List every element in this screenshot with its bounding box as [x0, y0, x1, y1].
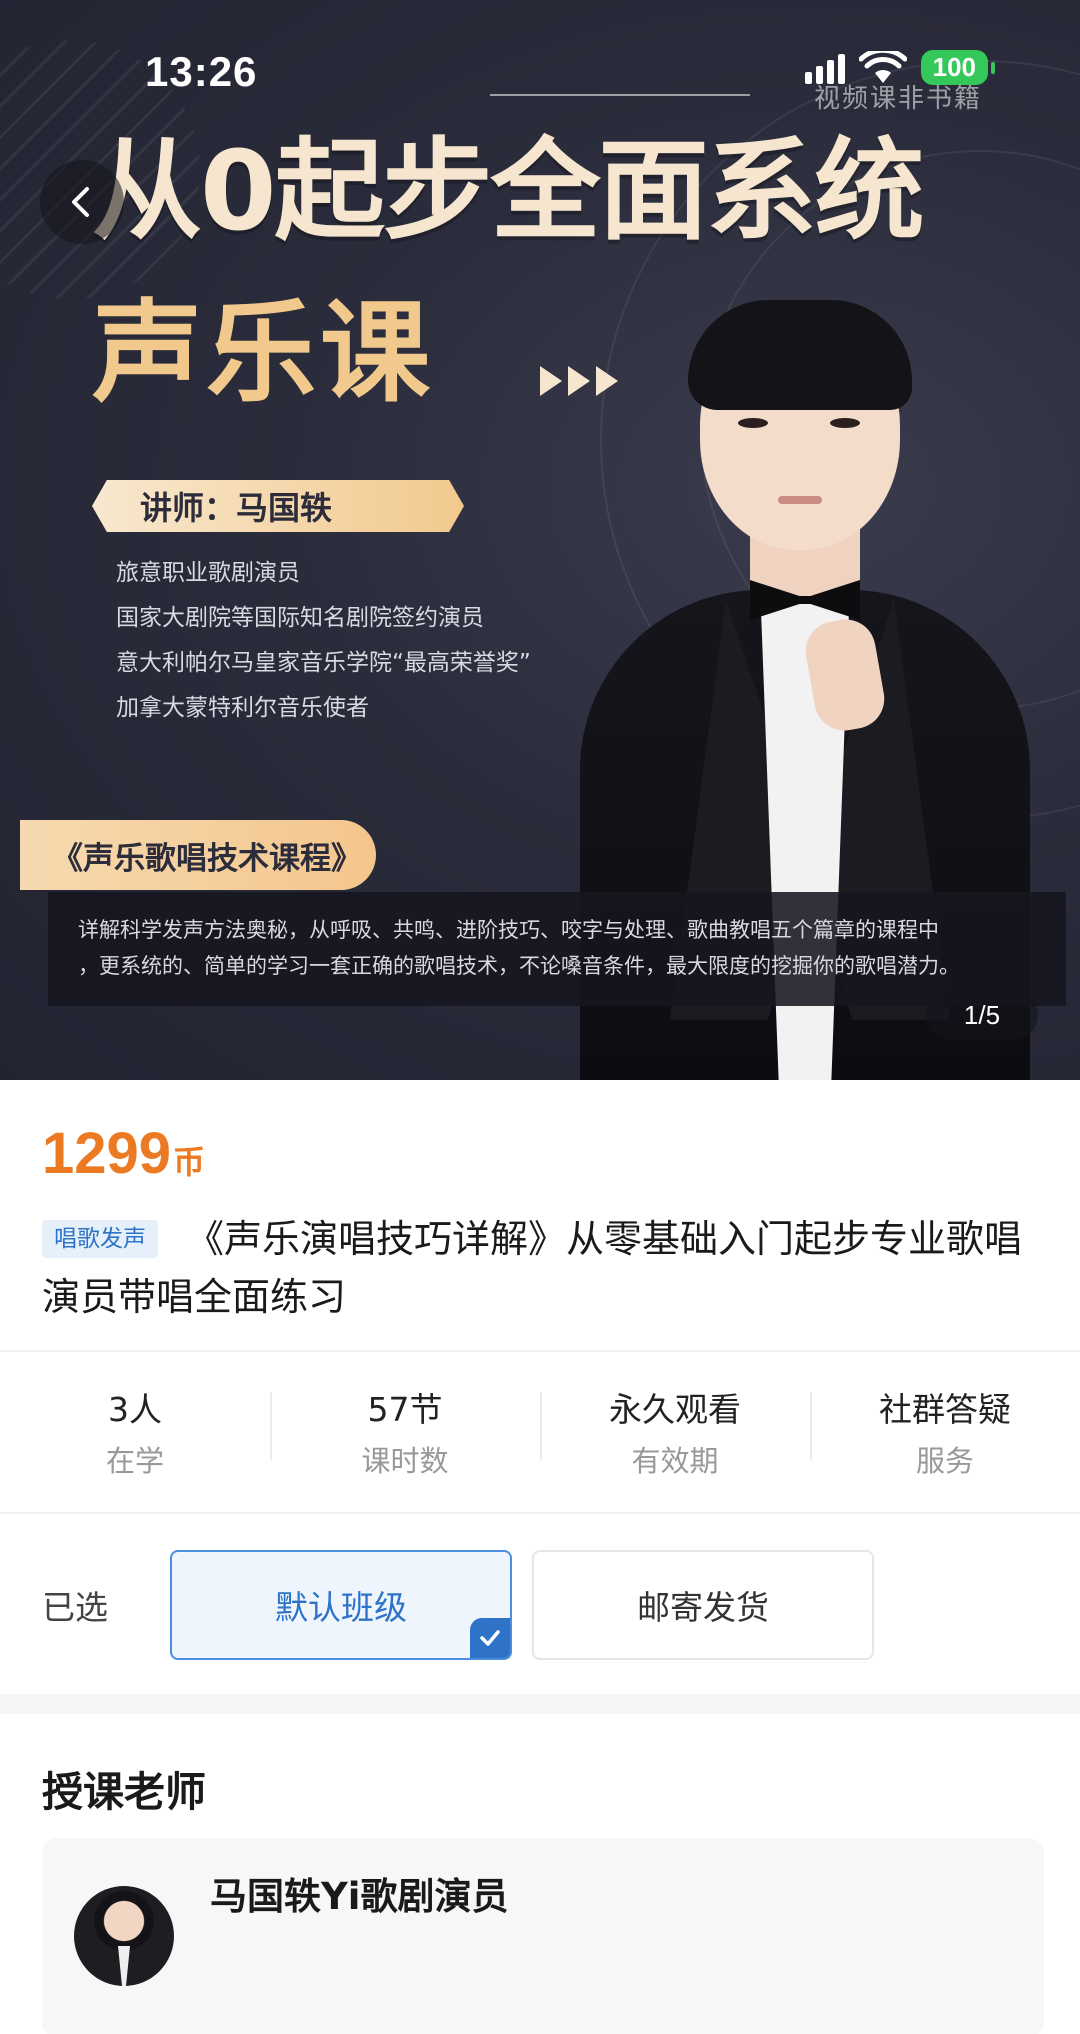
avatar	[74, 1886, 174, 1986]
options-label: 已选	[42, 1588, 108, 1627]
teacher-name: 马国轶Yi歌剧演员	[210, 1875, 509, 1918]
stat-service: 社群答疑 服务	[810, 1386, 1080, 1484]
course-description: 详解科学发声方法奥秘，从呼吸、共鸣、进阶技巧、咬字与处理、歌曲教唱五个篇章的课程…	[48, 892, 1066, 1006]
bio-line: 加拿大蒙特利尔音乐使者	[116, 695, 369, 721]
stat-label: 有效期	[631, 1444, 719, 1478]
stat-lessons: 57节 课时数	[270, 1386, 540, 1484]
section-separator	[0, 1694, 1080, 1714]
course-banner-carousel[interactable]: 13:26 100 视频课非书籍 从0起步全面系统 声乐课 讲师：马国轶 旅意职…	[0, 0, 1080, 1080]
price-unit: 币	[173, 1143, 206, 1181]
stat-value: 社群答疑	[879, 1390, 1011, 1429]
lecturer-bio: 旅意职业歌剧演员 国家大剧院等国际知名剧院签约演员 意大利帕尔马皇家音乐学院“最…	[116, 558, 531, 724]
back-arrow-icon	[72, 187, 89, 217]
banner-subheadline: 声乐课	[92, 289, 434, 417]
stat-students: 3人 在学	[0, 1386, 270, 1484]
stat-value: 永久观看	[609, 1390, 741, 1429]
course-tag: 《声乐歌唱技术课程》	[20, 820, 376, 890]
divider	[0, 1350, 1080, 1352]
bio-line: 意大利帕尔马皇家音乐学院“最高荣誉奖”	[116, 650, 531, 676]
bio-line: 旅意职业歌剧演员	[116, 560, 300, 586]
teacher-section-heading: 授课老师	[42, 1768, 206, 1816]
option-default-class[interactable]: 默认班级	[170, 1550, 512, 1660]
category-badge[interactable]: 唱歌发声	[42, 1220, 158, 1258]
back-button[interactable]	[40, 160, 124, 244]
option-label: 邮寄发货	[637, 1588, 769, 1627]
description-line: ，更系统的、简单的学习一套正确的歌唱技术，不论嗓音条件，最大限度的挖掘你的歌唱潜…	[78, 954, 960, 978]
status-time: 13:26	[145, 48, 258, 95]
stat-value: 3人	[108, 1390, 162, 1429]
bio-line: 国家大剧院等国际知名剧院签约演员	[116, 605, 484, 631]
stat-validity: 永久观看 有效期	[540, 1386, 810, 1484]
teacher-card[interactable]: 马国轶Yi歌剧演员	[42, 1838, 1044, 2034]
course-title-block: 唱歌发声 《声乐演唱技巧详解》从零基础入门起步专业歌唱演员带唱全面练习	[42, 1210, 1042, 1326]
price: 1299 币	[42, 1120, 205, 1187]
class-options: 已选 默认班级 邮寄发货	[0, 1550, 1080, 1660]
stat-value: 57节	[367, 1390, 443, 1429]
divider	[0, 1512, 1080, 1514]
course-title: 《声乐演唱技巧详解》从零基础入门起步专业歌唱演员带唱全面练习	[42, 1217, 1023, 1319]
option-label: 默认班级	[275, 1588, 407, 1627]
option-mail-delivery[interactable]: 邮寄发货	[532, 1550, 874, 1660]
course-stats: 3人 在学 57节 课时数 永久观看 有效期 社群答疑 服务	[0, 1358, 1080, 1512]
decorative-line	[490, 94, 750, 96]
lecturer-badge: 讲师：马国轶	[92, 480, 464, 532]
price-value: 1299	[42, 1121, 172, 1186]
banner-corner-tag: 视频课非书籍	[813, 84, 982, 114]
stat-label: 在学	[105, 1444, 164, 1478]
description-line: 详解科学发声方法奥秘，从呼吸、共鸣、进阶技巧、咬字与处理、歌曲教唱五个篇章的课程…	[78, 918, 939, 942]
stat-label: 服务	[915, 1444, 974, 1478]
carousel-page-indicator: 1/5	[926, 990, 1038, 1040]
stat-label: 课时数	[361, 1444, 449, 1478]
banner-headline: 从0起步全面系统	[92, 127, 925, 255]
checkmark-icon	[470, 1618, 510, 1658]
